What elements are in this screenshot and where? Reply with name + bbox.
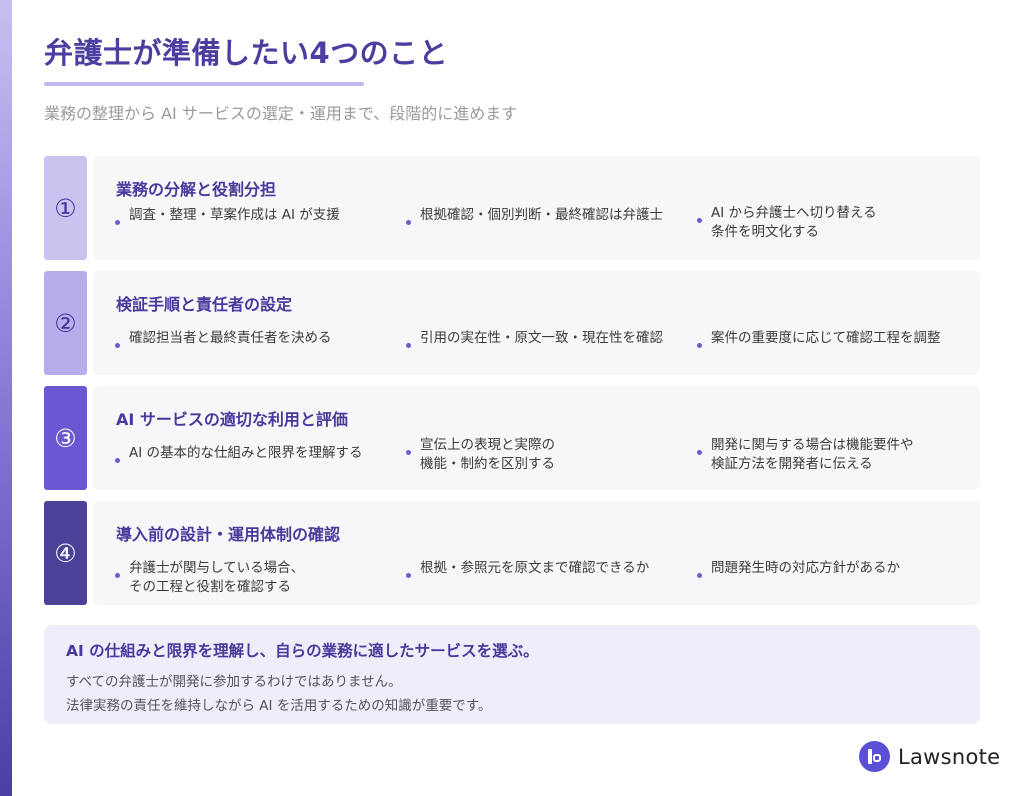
step-4: ④ 導入前の設計・運用体制の確認 弁護士が関与している場合、 その工程と役割を確… xyxy=(44,501,980,605)
step-number: ④ xyxy=(54,538,77,568)
step-card: AI サービスの適切な利用と評価 AI の基本的な仕組みと限界を理解する 宣伝上… xyxy=(93,386,980,490)
summary-box: AI の仕組みと限界を理解し、自らの業務に適したサービスを選ぶ。 すべての弁護士… xyxy=(44,625,980,724)
page-subtitle: 業務の整理から AI サービスの選定・運用まで、段階的に進めます xyxy=(44,104,518,123)
bullet-text: 開発に関与する場合は機能要件や 検証方法を開発者に伝える xyxy=(711,437,914,472)
step-card: 検証手順と責任者の設定 確認担当者と最終責任者を決める 引用の実在性・原文一致・… xyxy=(93,271,980,375)
bullet-dot-icon xyxy=(115,458,120,463)
left-accent-bar xyxy=(0,0,12,796)
step-card: 業務の分解と役割分担 調査・整理・草案作成は AI が支援 根拠確認・個別判断・… xyxy=(93,156,980,260)
step-number-badge: ④ xyxy=(44,501,87,605)
bullet-text: 弁護士が関与している場合、 その工程と役割を確認する xyxy=(129,560,305,595)
bullet-dot-icon xyxy=(406,573,411,578)
bullet-text: 根拠確認・個別判断・最終確認は弁護士 xyxy=(420,207,663,223)
step-1: ① 業務の分解と役割分担 調査・整理・草案作成は AI が支援 根拠確認・個別判… xyxy=(44,156,980,260)
bullet-dot-icon xyxy=(406,220,411,225)
step-title: 検証手順と責任者の設定 xyxy=(116,295,293,314)
step-card: 導入前の設計・運用体制の確認 弁護士が関与している場合、 その工程と役割を確認す… xyxy=(93,501,980,605)
title-underline xyxy=(44,82,364,86)
step-title: 業務の分解と役割分担 xyxy=(116,180,277,199)
bullet-text: 引用の実在性・原文一致・現在性を確認 xyxy=(420,330,663,346)
bullet-dot-icon xyxy=(406,343,411,348)
bullet-text: 宣伝上の表現と実際の 機能・制約を区別する xyxy=(420,437,555,472)
step-number: ② xyxy=(54,308,77,338)
bullet-text: 案件の重要度に応じて確認工程を調整 xyxy=(711,330,941,346)
bullet-text: AI の基本的な仕組みと限界を理解する xyxy=(129,445,363,461)
bullet-text: 調査・整理・草案作成は AI が支援 xyxy=(129,207,340,223)
bullet-dot-icon xyxy=(697,343,702,348)
page-title: 弁護士が準備したい4つのこと xyxy=(44,36,449,70)
summary-line: 法律実務の責任を維持しながら AI を活用するための知識が重要です。 xyxy=(66,698,492,714)
step-number: ③ xyxy=(54,423,77,453)
brand-logo: Lawsnote xyxy=(859,741,1000,772)
step-3: ③ AI サービスの適切な利用と評価 AI の基本的な仕組みと限界を理解する 宣… xyxy=(44,386,980,490)
bullet-text: 問題発生時の対応方針があるか xyxy=(711,560,900,576)
bullet-dot-icon xyxy=(115,220,120,225)
bullet-text: 確認担当者と最終責任者を決める xyxy=(129,330,332,346)
step-2: ② 検証手順と責任者の設定 確認担当者と最終責任者を決める 引用の実在性・原文一… xyxy=(44,271,980,375)
bullet-dot-icon xyxy=(115,573,120,578)
step-number-badge: ③ xyxy=(44,386,87,490)
summary-headline: AI の仕組みと限界を理解し、自らの業務に適したサービスを選ぶ。 xyxy=(66,642,539,660)
bullet-dot-icon xyxy=(115,343,120,348)
step-title: AI サービスの適切な利用と評価 xyxy=(116,410,348,429)
bullet-dot-icon xyxy=(697,218,702,223)
bullet-text: AI から弁護士へ切り替える 条件を明文化する xyxy=(711,205,877,240)
step-number-badge: ② xyxy=(44,271,87,375)
lawsnote-logo-icon xyxy=(859,741,890,772)
brand-name: Lawsnote xyxy=(898,744,1001,769)
bullet-text: 根拠・参照元を原文まで確認できるか xyxy=(420,560,650,576)
bullet-dot-icon xyxy=(697,573,702,578)
bullet-dot-icon xyxy=(406,450,411,455)
step-title: 導入前の設計・運用体制の確認 xyxy=(116,525,341,544)
step-number-badge: ① xyxy=(44,156,87,260)
summary-line: すべての弁護士が開発に参加するわけではありません。 xyxy=(66,674,402,690)
bullet-dot-icon xyxy=(697,450,702,455)
step-number: ① xyxy=(54,193,77,223)
